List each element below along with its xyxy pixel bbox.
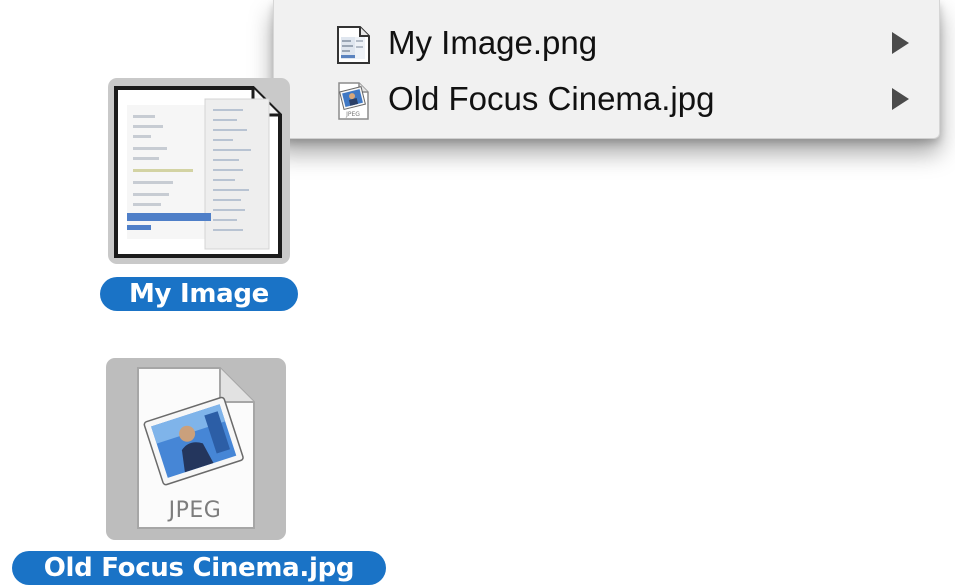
png-document-icon — [332, 24, 374, 66]
desktop-icon-my-image[interactable]: My Image — [100, 78, 300, 314]
menu-item-label: Old Focus Cinema.jpg — [388, 80, 715, 117]
menu-item-old-focus-cinema[interactable]: JPEG Old Focus Cinema.jpg — [274, 73, 939, 129]
desktop-icon-label: Old Focus Cinema.jpg — [12, 551, 386, 585]
file-type-label: JPEG — [168, 498, 222, 523]
jpeg-preview-icon: JPEG — [332, 80, 374, 122]
jpeg-document-icon: JPEG — [130, 364, 260, 532]
context-menu: My Image.png JPEG Old Focus Cinema.jpg — [273, 0, 940, 139]
menu-item-my-image[interactable]: My Image.png — [274, 17, 939, 73]
desktop-icon-old-focus-cinema[interactable]: JPEG Old Focus Cinema.jpg — [0, 358, 390, 586]
menu-item-label: My Image.png — [388, 24, 598, 61]
desktop-icon-label: My Image — [100, 277, 298, 311]
svg-text:JPEG: JPEG — [345, 111, 360, 118]
screenshot-thumbnail-icon — [113, 85, 283, 259]
submenu-arrow-icon — [892, 32, 909, 54]
submenu-arrow-icon — [892, 88, 909, 110]
